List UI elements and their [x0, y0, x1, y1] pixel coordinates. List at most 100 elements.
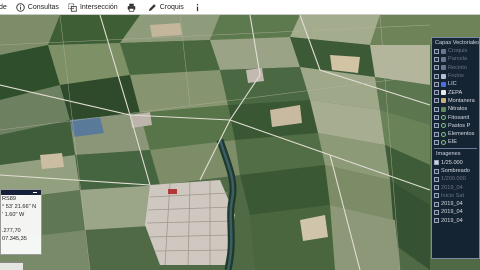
- layer-swatch: [441, 48, 446, 54]
- image-layer-2019-b[interactable]: 2019_04: [432, 200, 479, 208]
- layer-label: Elementos: [448, 131, 475, 138]
- layer-label: Frutos: [448, 73, 464, 80]
- interseccion-label: Intersección: [79, 3, 118, 11]
- layer-checkbox[interactable]: [434, 48, 439, 54]
- layer-checkbox[interactable]: [434, 106, 439, 112]
- layer-recinto[interactable]: Recinto: [432, 64, 479, 72]
- image-layer-checkbox[interactable]: [434, 218, 439, 224]
- image-layer-checkbox[interactable]: [434, 160, 439, 166]
- layer-checkbox[interactable]: [434, 81, 439, 87]
- layer-label: EIE: [448, 139, 458, 146]
- image-layer-label: 1/200.000: [441, 176, 466, 183]
- info-button[interactable]: [191, 0, 207, 15]
- layer-swatch: [441, 90, 446, 96]
- layer-swatch: [441, 131, 446, 137]
- layers-panel-title: Capas Vectoriales: [435, 40, 480, 46]
- image-layer-label: 1/25.000: [441, 159, 463, 166]
- layer-label: Parcela: [448, 56, 467, 63]
- layer-swatch: [441, 139, 446, 145]
- satellite-map[interactable]: [0, 15, 480, 270]
- longitude-value: ' 1.60" W: [2, 212, 25, 218]
- layer-label: Croquis: [448, 48, 468, 55]
- layer-checkbox[interactable]: [434, 73, 439, 79]
- consultas-button[interactable]: Consultas: [14, 0, 61, 15]
- layer-label: Montanera: [448, 97, 475, 104]
- layer-nitratos[interactable]: Nitratos: [432, 105, 479, 113]
- scale-bar: [0, 262, 23, 270]
- layer-label: Fitosanit: [448, 114, 470, 121]
- layer-fitosanit[interactable]: Fitosanit: [432, 113, 479, 121]
- image-layer-checkbox[interactable]: [434, 201, 439, 207]
- images-section-title: Imagenes: [436, 151, 461, 158]
- layers-panel: Capas Vectoriales Croquis Parcela Recint…: [431, 37, 480, 259]
- layer-checkbox[interactable]: [434, 56, 439, 62]
- image-layer-checkbox[interactable]: [434, 209, 439, 215]
- interseccion-button[interactable]: Intersección: [66, 0, 120, 15]
- image-layer-label: Sombreado: [441, 168, 470, 174]
- layer-zepa[interactable]: ZEPA: [432, 88, 479, 96]
- intersection-icon: [68, 2, 77, 12]
- image-layer-label: 2019_04: [441, 184, 463, 191]
- image-layer-label: Inicio Sat: [441, 192, 465, 199]
- image-layer-2019-d[interactable]: 2019_04: [432, 217, 479, 225]
- image-layer-sombreado[interactable]: Sombreado: [432, 167, 479, 175]
- print-icon: [127, 3, 135, 12]
- pencil-icon: [148, 3, 156, 11]
- minimize-icon[interactable]: [33, 192, 37, 193]
- layer-swatch: [441, 123, 446, 129]
- utm-x-value: .277,70: [2, 228, 21, 234]
- toolbar-item-label: de: [0, 3, 7, 11]
- image-layer-checkbox[interactable]: [434, 176, 439, 182]
- image-layer-200000[interactable]: 1/200.000: [432, 175, 479, 183]
- layer-montanera[interactable]: Montanera: [432, 97, 479, 105]
- layer-swatch: [441, 115, 446, 121]
- divider: [434, 147, 477, 149]
- croquis-button[interactable]: Croquis: [146, 0, 186, 15]
- image-layer-label: 2019_04: [441, 217, 463, 224]
- image-layer-checkbox[interactable]: [434, 185, 439, 191]
- info-icon: [196, 3, 198, 11]
- top-toolbar: de Consultas Intersección Croquis: [0, 0, 480, 15]
- layer-elementos[interactable]: Elementos: [432, 130, 479, 138]
- consultas-label: Consultas: [27, 3, 59, 11]
- layer-checkbox[interactable]: [434, 65, 439, 71]
- coordinates-box-titlebar: [1, 190, 41, 195]
- layer-swatch: [441, 65, 446, 71]
- image-layer-checkbox[interactable]: [434, 193, 439, 199]
- utm-y-value: 07.345,35: [2, 236, 27, 242]
- layer-croquis[interactable]: Croquis: [432, 47, 479, 55]
- layer-label: Pastos P: [448, 122, 471, 129]
- layer-label: Nitratos: [448, 106, 468, 113]
- layer-checkbox[interactable]: [434, 131, 439, 137]
- image-layer-2019-c[interactable]: 2019_04: [432, 208, 479, 216]
- layer-swatch: [441, 81, 446, 87]
- coordinates-box: RS89 ° 53' 21.66" N ' 1.60" W .277,70 07…: [0, 189, 42, 255]
- layer-label: Recinto: [448, 64, 467, 71]
- image-layer-checkbox[interactable]: [434, 168, 439, 174]
- layer-swatch: [441, 106, 446, 112]
- layer-swatch: [441, 98, 446, 104]
- layer-checkbox[interactable]: [434, 115, 439, 121]
- satellite-imagery: [0, 15, 480, 270]
- layer-frutos[interactable]: Frutos: [432, 72, 479, 80]
- layer-lic[interactable]: LIC: [432, 80, 479, 88]
- image-layer-25000[interactable]: 1/25.000: [432, 159, 479, 167]
- layer-pastos[interactable]: Pastos P: [432, 122, 479, 130]
- layer-checkbox[interactable]: [434, 123, 439, 129]
- croquis-label: Croquis: [159, 3, 184, 11]
- latitude-value: ° 53' 21.66" N: [2, 204, 37, 210]
- print-button[interactable]: [125, 0, 141, 15]
- toolbar-item-truncated[interactable]: de: [0, 0, 9, 15]
- image-layer-inicio[interactable]: Inicio Sat: [432, 192, 479, 200]
- image-layer-2019-a[interactable]: 2019_04: [432, 183, 479, 191]
- layer-swatch: [441, 56, 446, 62]
- layer-swatch: [441, 73, 446, 79]
- layer-parcela[interactable]: Parcela: [432, 55, 479, 63]
- layer-label: ZEPA: [448, 89, 463, 96]
- layer-eie[interactable]: EIE: [432, 138, 479, 146]
- layer-checkbox[interactable]: [434, 90, 439, 96]
- image-layer-label: 2019_04: [441, 209, 463, 216]
- layer-checkbox[interactable]: [434, 98, 439, 104]
- image-layer-label: 2019_04: [441, 201, 463, 208]
- layer-checkbox[interactable]: [434, 139, 439, 145]
